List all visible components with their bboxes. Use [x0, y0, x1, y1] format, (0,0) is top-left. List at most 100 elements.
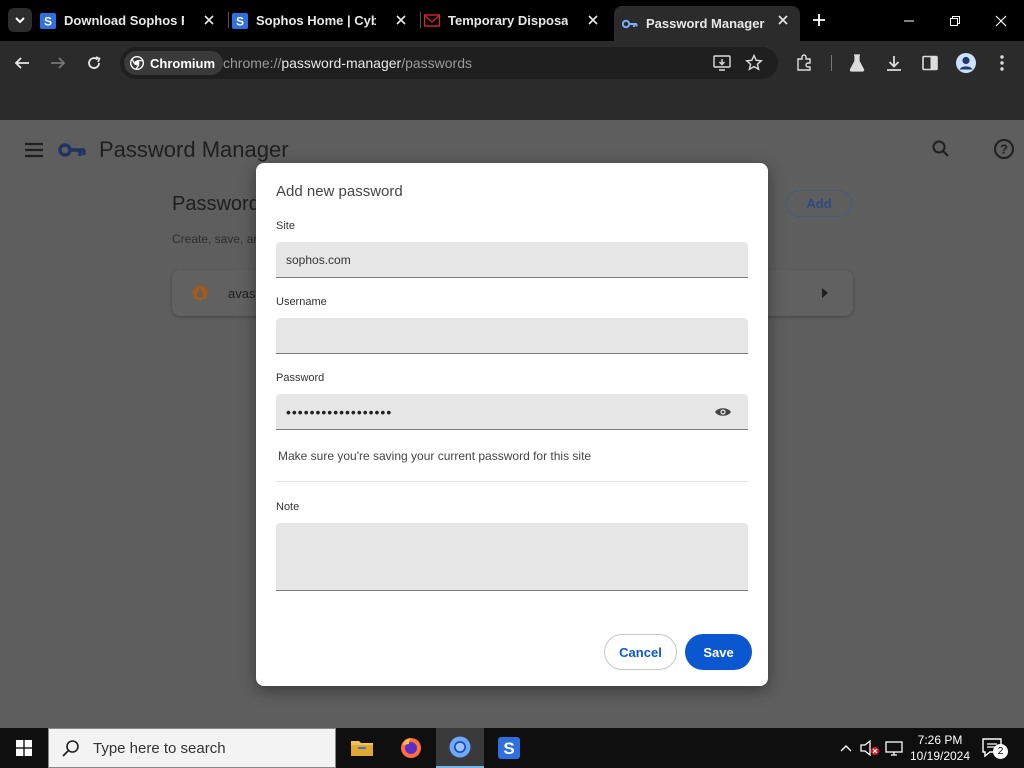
plus-icon: [813, 14, 825, 26]
forward-button[interactable]: [46, 51, 70, 75]
tab-search-button[interactable]: [8, 8, 32, 32]
clock-date: 10/19/2024: [909, 749, 971, 763]
add-password-dialog: Add new password Site sophos.com Usernam…: [256, 163, 768, 686]
site-input[interactable]: sophos.com: [276, 242, 748, 278]
password-value: ••••••••••••••••••: [286, 403, 393, 420]
notification-count-badge: 2: [993, 744, 1008, 759]
install-app-icon[interactable]: [712, 53, 732, 73]
back-button[interactable]: [10, 51, 34, 75]
download-icon[interactable]: [882, 51, 906, 75]
chromium-taskbar-button[interactable]: [436, 728, 484, 768]
svg-text:S: S: [44, 14, 52, 28]
minimize-button[interactable]: [886, 0, 932, 41]
clock-time: 7:26 PM: [917, 733, 963, 747]
sophos-icon: S: [232, 12, 248, 29]
password-hint: Make sure you're saving your current pas…: [278, 449, 592, 463]
reload-button[interactable]: [82, 51, 106, 75]
new-tab-button[interactable]: [808, 9, 830, 31]
arrow-right-icon: [51, 57, 66, 69]
close-icon: [995, 15, 1007, 26]
close-window-button[interactable]: [978, 0, 1024, 41]
tab-password-manager[interactable]: Password Manager: [614, 6, 800, 41]
minimize-icon: [904, 20, 914, 21]
bookmarks-bar: [0, 85, 1024, 120]
close-icon[interactable]: [774, 11, 792, 29]
chromium-icon: [130, 56, 144, 70]
key-icon: [622, 16, 638, 32]
add-password-button[interactable]: Add: [786, 190, 852, 217]
sophos-icon: S: [498, 737, 520, 759]
url-path: /passwords: [401, 55, 473, 71]
address-bar[interactable]: Chromium chrome://password-manager/passw…: [120, 47, 778, 79]
browser-toolbar: Chromium chrome://password-manager/passw…: [0, 41, 1024, 85]
taskbar-clock[interactable]: 7:26 PM 10/19/2024: [905, 732, 975, 764]
username-input[interactable]: [276, 318, 748, 354]
close-icon[interactable]: [392, 11, 410, 29]
note-label: Note: [276, 501, 300, 513]
search-icon: [62, 740, 79, 757]
restore-button[interactable]: [932, 0, 978, 41]
more-menu-icon[interactable]: [990, 51, 1014, 75]
restore-icon: [950, 15, 960, 26]
search-icon[interactable]: [930, 138, 952, 160]
note-textarea[interactable]: [276, 523, 748, 591]
url-text: chrome://password-manager/passwords: [223, 55, 472, 71]
help-icon[interactable]: ?: [993, 138, 1015, 160]
hamburger-menu-icon[interactable]: [24, 140, 44, 160]
tab-title: Sophos Home | Cyber: [256, 13, 376, 28]
passwords-subtitle: Create, save, ar: [172, 232, 258, 246]
url-host: password-manager: [281, 55, 402, 71]
svg-text:?: ?: [1000, 142, 1008, 157]
arrow-left-icon: [14, 57, 29, 69]
tab-title: Download Sophos Fre: [64, 13, 184, 28]
cancel-button[interactable]: Cancel: [604, 634, 677, 670]
tab-separator: [228, 12, 229, 28]
site-info-chip[interactable]: Chromium: [124, 51, 223, 75]
reload-icon: [88, 56, 101, 69]
profile-avatar-icon[interactable]: [954, 51, 978, 75]
network-icon[interactable]: [884, 738, 904, 758]
save-button[interactable]: Save: [685, 634, 752, 670]
row-label: avast: [228, 286, 260, 301]
svg-text:S: S: [236, 14, 244, 28]
side-panel-icon[interactable]: [918, 51, 942, 75]
username-label: Username: [276, 296, 327, 308]
divider: [276, 481, 748, 482]
volume-muted-icon[interactable]: [860, 738, 880, 758]
close-icon[interactable]: [584, 11, 602, 29]
tab-title: Password Manager: [646, 16, 765, 31]
site-value: sophos.com: [286, 252, 351, 267]
avast-icon: [192, 285, 208, 301]
sophos-icon: S: [40, 12, 56, 29]
tab-temporary-disposable[interactable]: Temporary Disposable: [424, 6, 610, 35]
firefox-button[interactable]: [387, 728, 435, 768]
chip-label: Chromium: [150, 55, 215, 71]
chromium-icon: [449, 736, 471, 758]
mail-icon: [424, 13, 440, 29]
windows-logo-icon: [16, 740, 32, 756]
close-icon[interactable]: [200, 11, 218, 29]
app-title: Password Manager: [99, 137, 289, 162]
key-icon: [58, 143, 86, 157]
eye-icon[interactable]: [714, 404, 732, 420]
tab-download-sophos[interactable]: S Download Sophos Fre: [40, 6, 226, 35]
password-input[interactable]: ••••••••••••••••••: [276, 394, 748, 430]
windows-taskbar: Type here to search S 7:26 PM 10/19/2024…: [0, 728, 1024, 768]
sophos-taskbar-button[interactable]: S: [485, 728, 533, 768]
tab-strip: S Download Sophos Fre S Sophos Home | Cy…: [0, 0, 1024, 41]
tab-sophos-home[interactable]: S Sophos Home | Cyber: [232, 6, 418, 35]
chevron-up-icon[interactable]: [836, 738, 856, 758]
bookmark-star-icon[interactable]: [744, 53, 764, 73]
svg-text:S: S: [503, 739, 514, 758]
tab-title: Temporary Disposable: [448, 13, 568, 28]
dialog-title: Add new password: [276, 183, 403, 200]
start-button[interactable]: [0, 728, 48, 768]
site-label: Site: [276, 220, 295, 232]
file-explorer-button[interactable]: [338, 728, 386, 768]
chevron-right-icon: [822, 288, 828, 298]
chevron-down-icon: [15, 17, 25, 24]
firefox-icon: [401, 738, 421, 758]
flask-icon[interactable]: [845, 51, 869, 75]
extensions-icon[interactable]: [792, 51, 816, 75]
taskbar-search-box[interactable]: Type here to search: [48, 728, 336, 768]
